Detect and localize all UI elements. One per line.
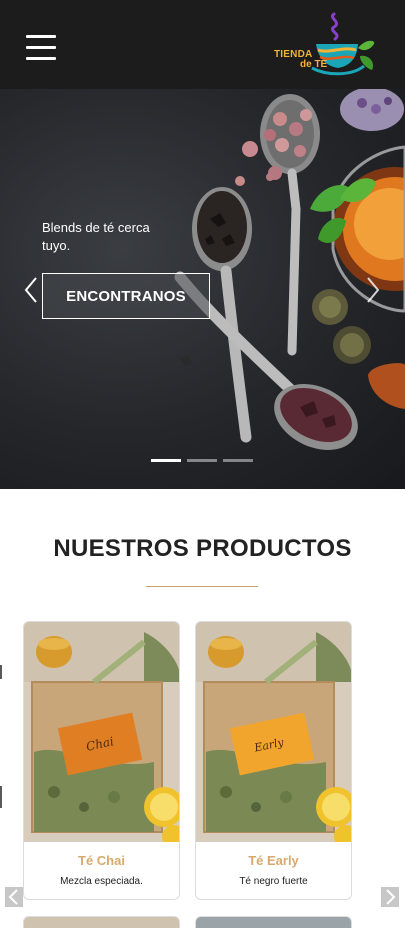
product-card-next[interactable] [195,916,352,928]
carousel-dot-2[interactable] [187,459,217,462]
chevron-right-icon [386,889,396,905]
product-card[interactable]: Chai Té Chai Mezcla especiada. [23,621,180,900]
product-name[interactable]: Té Chai [24,853,179,868]
site-logo[interactable]: TIENDA de TE [272,10,378,78]
carousel-indicators [151,459,253,463]
product-description: Mezcla especiada. [60,876,143,887]
product-name[interactable]: Té Early [196,853,351,868]
section-title: NUESTROS PRODUCTOS [53,535,352,562]
product-image: Early [196,622,351,842]
chevron-right-icon[interactable] [362,275,382,305]
products-prev-button[interactable] [5,887,23,907]
edge-marker [0,665,2,679]
product-image: Chai [24,622,179,842]
site-header: TIENDA de TE [0,0,405,89]
products-section: NUESTROS PRODUCTOS Chai Té Chai Mezcla e… [0,489,405,928]
edge-marker [0,786,2,808]
chevron-left-icon[interactable] [22,275,42,305]
carousel-dot-3[interactable] [223,459,253,462]
encontranos-button[interactable]: ENCONTRANOS [42,273,210,319]
product-card-next[interactable] [23,916,180,928]
product-card[interactable]: Early Té Early Té negro fuerte [195,621,352,900]
hero-carousel: Blends de té cerca tuyo. ENCONTRANOS [0,89,405,489]
page: TIENDA de TE Blends de té cerca tuyo. EN… [0,0,405,928]
section-divider [146,586,258,587]
products-next-button[interactable] [381,887,399,907]
hamburger-icon[interactable] [26,35,56,61]
carousel-dot-1[interactable] [151,459,181,462]
product-description: Té negro fuerte [239,876,308,887]
hero-caption: Blends de té cerca tuyo. [42,220,150,253]
chevron-left-icon [8,889,18,905]
logo-text-de-te: de TE [300,59,328,70]
